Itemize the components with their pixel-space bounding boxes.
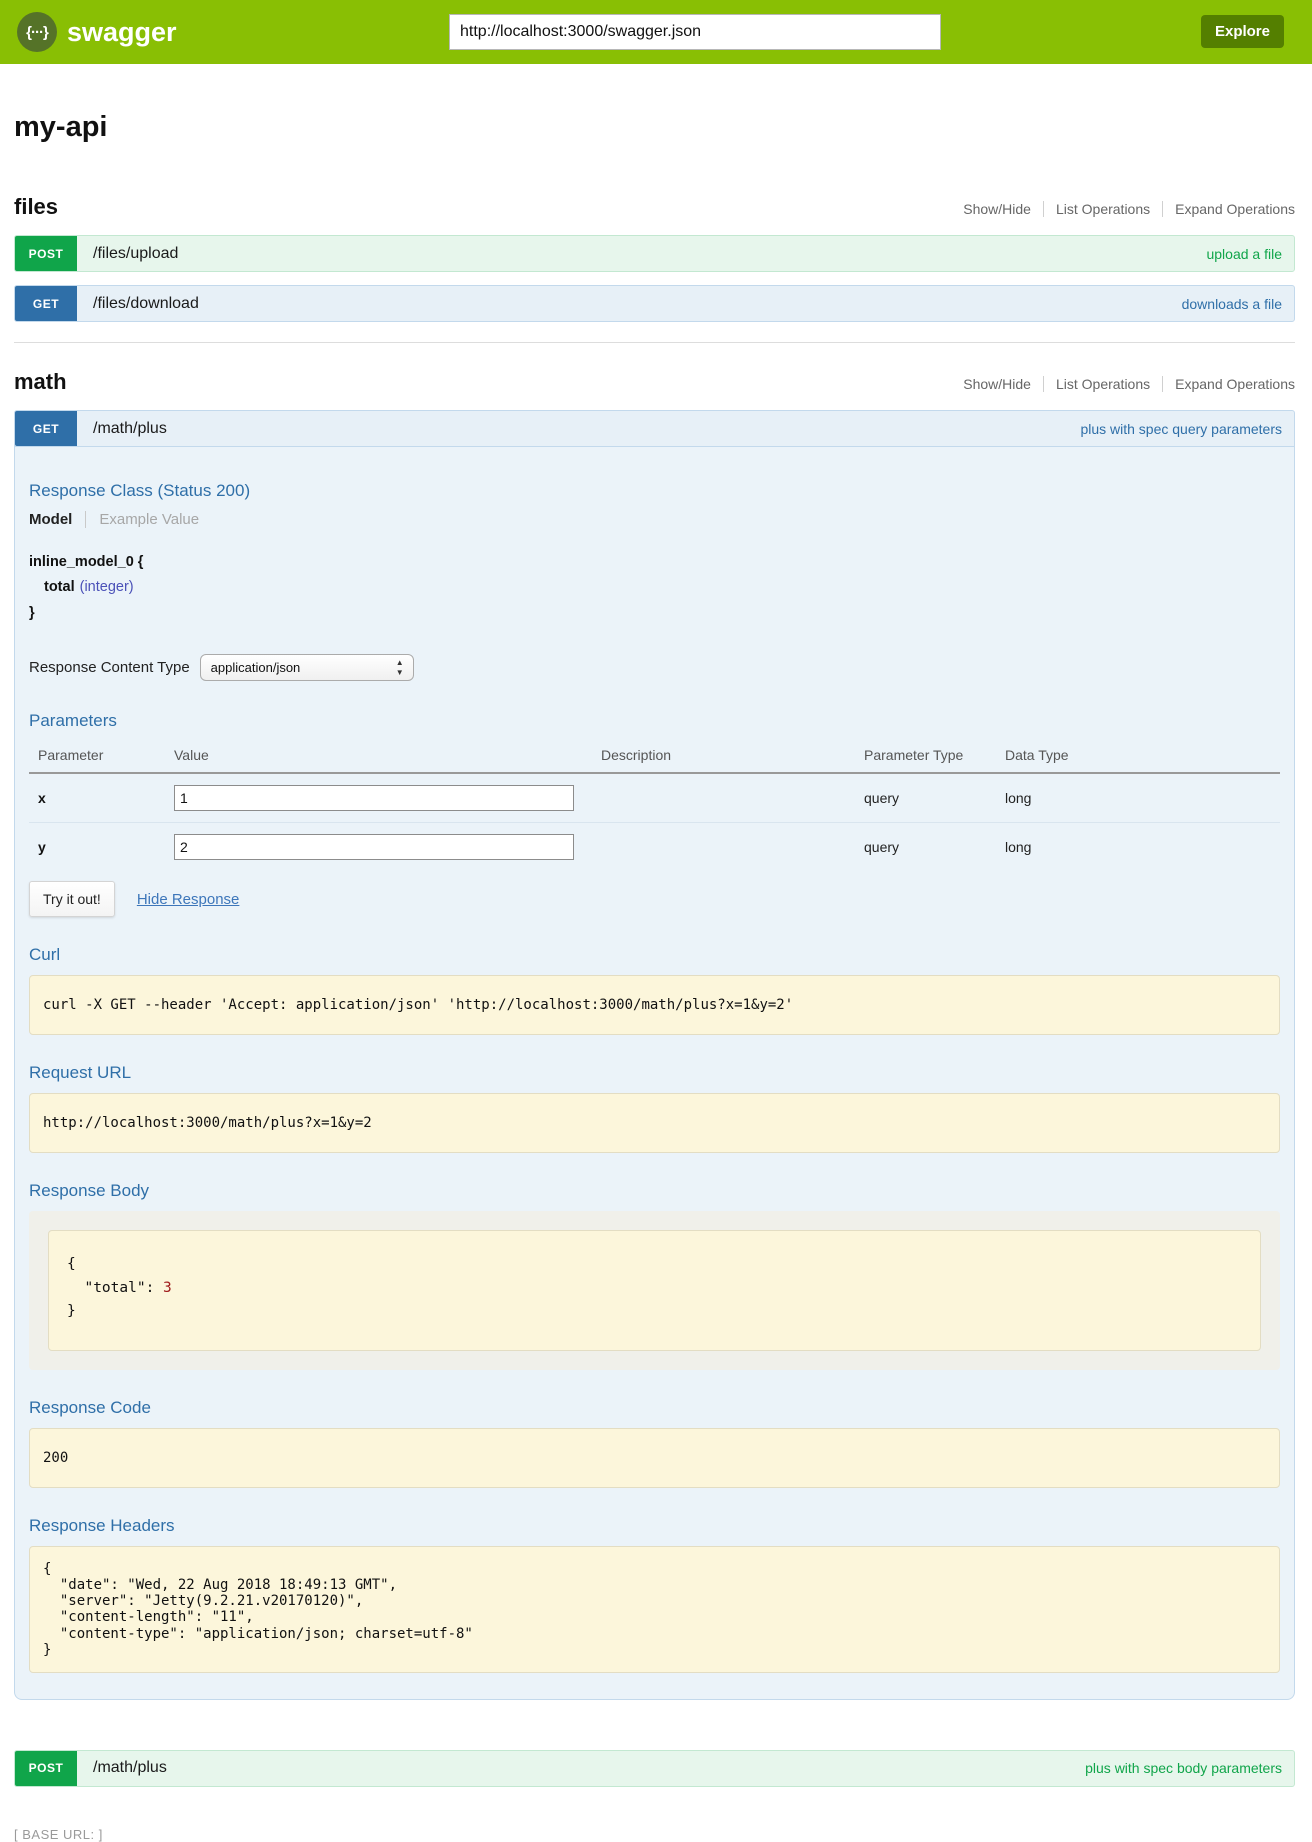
response-content-type-select[interactable]: application/json ▲▼ (200, 654, 414, 681)
operation-summary-link[interactable]: downloads a file (1182, 296, 1282, 312)
page-title: my-api (14, 111, 1295, 144)
param-name: x (29, 773, 174, 823)
json-open-brace: { (67, 1253, 1242, 1276)
response-body-json: { "total": 3 } (48, 1230, 1261, 1350)
response-content-type-label: Response Content Type (29, 659, 190, 676)
section-divider (14, 342, 1295, 343)
model-property: total(integer) (29, 575, 1280, 600)
response-code-block: 200 (29, 1428, 1280, 1488)
show-hide-link[interactable]: Show/Hide (951, 201, 1043, 217)
hide-response-link[interactable]: Hide Response (137, 891, 240, 908)
col-header-parameter: Parameter (29, 741, 174, 773)
base-url-footer: [ BASE URL: ] (14, 1827, 1295, 1842)
response-class-heading: Response Class (Status 200) (29, 481, 1280, 501)
post-method-badge[interactable]: POST (15, 236, 77, 271)
operation-row-post-math-plus[interactable]: POST /math/plus plus with spec body para… (14, 1750, 1295, 1787)
parameters-table: Parameter Value Description Parameter Ty… (29, 741, 1280, 871)
response-headers-heading: Response Headers (29, 1516, 1280, 1536)
expand-operations-link[interactable]: Expand Operations (1162, 201, 1295, 217)
param-x-input[interactable] (174, 785, 574, 811)
spec-url-input[interactable] (449, 14, 941, 50)
section-controls-files: Show/Hide List Operations Expand Operati… (951, 201, 1295, 217)
operation-row-get-math-plus[interactable]: GET /math/plus plus with spec query para… (14, 410, 1295, 447)
param-data-type: long (1005, 773, 1280, 823)
get-method-badge[interactable]: GET (15, 411, 77, 446)
param-data-type: long (1005, 823, 1280, 872)
parameters-heading: Parameters (29, 711, 1280, 731)
model-close-line: } (29, 601, 1280, 626)
operation-summary-link[interactable]: plus with spec query parameters (1080, 421, 1282, 437)
try-it-out-button[interactable]: Try it out! (29, 881, 115, 917)
col-header-description: Description (601, 741, 864, 773)
operation-path[interactable]: /files/upload (93, 245, 178, 263)
response-content-type-value: application/json (211, 660, 301, 675)
section-title-files: files (14, 194, 58, 220)
param-description (601, 773, 864, 823)
json-total-line: "total": 3 (67, 1277, 1242, 1300)
section-header-files: files Show/Hide List Operations Expand O… (14, 194, 1295, 220)
response-body-heading: Response Body (29, 1181, 1280, 1201)
chevron-up-down-icon: ▲▼ (396, 658, 404, 678)
parameter-row-y: y query long (29, 823, 1280, 872)
operation-path[interactable]: /math/plus (93, 1759, 167, 1777)
show-hide-link[interactable]: Show/Hide (951, 376, 1043, 392)
explore-button[interactable]: Explore (1201, 15, 1284, 48)
swagger-logo[interactable]: {···} swagger (17, 12, 177, 52)
col-header-value: Value (174, 741, 601, 773)
response-headers-block: { "date": "Wed, 22 Aug 2018 18:49:13 GMT… (29, 1546, 1280, 1673)
param-type: query (864, 773, 1005, 823)
curl-command-block: curl -X GET --header 'Accept: applicatio… (29, 975, 1280, 1035)
list-operations-link[interactable]: List Operations (1043, 201, 1162, 217)
expand-operations-link[interactable]: Expand Operations (1162, 376, 1295, 392)
param-type: query (864, 823, 1005, 872)
json-close-brace: } (67, 1300, 1242, 1323)
request-url-heading: Request URL (29, 1063, 1280, 1083)
operation-panel-get-math-plus: Response Class (Status 200) Model Exampl… (14, 447, 1295, 1700)
curl-heading: Curl (29, 945, 1280, 965)
operation-row-post-files-upload[interactable]: POST /files/upload upload a file (14, 235, 1295, 272)
parameter-row-x: x query long (29, 773, 1280, 823)
response-content-type-row: Response Content Type application/json ▲… (29, 654, 1280, 681)
response-code-heading: Response Code (29, 1398, 1280, 1418)
get-method-badge[interactable]: GET (15, 286, 77, 321)
operation-path[interactable]: /math/plus (93, 420, 167, 438)
param-name: y (29, 823, 174, 872)
model-open-line: inline_model_0 { (29, 550, 1280, 575)
response-body-container: { "total": 3 } (29, 1211, 1280, 1369)
try-row: Try it out! Hide Response (29, 881, 1280, 917)
tab-example-value[interactable]: Example Value (85, 511, 199, 528)
brand-name: swagger (67, 17, 177, 48)
parameters-header-row: Parameter Value Description Parameter Ty… (29, 741, 1280, 773)
swagger-logo-icon: {···} (17, 12, 57, 52)
col-header-parameter-type: Parameter Type (864, 741, 1005, 773)
section-title-math: math (14, 369, 67, 395)
operation-row-get-files-download[interactable]: GET /files/download downloads a file (14, 285, 1295, 322)
tab-model[interactable]: Model (29, 511, 72, 528)
col-header-data-type: Data Type (1005, 741, 1280, 773)
list-operations-link[interactable]: List Operations (1043, 376, 1162, 392)
post-method-badge[interactable]: POST (15, 1751, 77, 1786)
section-header-math: math Show/Hide List Operations Expand Op… (14, 369, 1295, 395)
header-bar: {···} swagger Explore (0, 0, 1312, 64)
content-wrap: my-api files Show/Hide List Operations E… (14, 111, 1295, 1842)
param-description (601, 823, 864, 872)
operation-summary-link[interactable]: plus with spec body parameters (1085, 1760, 1282, 1776)
param-y-input[interactable] (174, 834, 574, 860)
request-url-block: http://localhost:3000/math/plus?x=1&y=2 (29, 1093, 1280, 1153)
operation-path[interactable]: /files/download (93, 295, 199, 313)
model-tabs: Model Example Value (29, 511, 1280, 528)
model-signature: inline_model_0 { total(integer) } (29, 550, 1280, 626)
operation-summary-link[interactable]: upload a file (1206, 246, 1282, 262)
section-controls-math: Show/Hide List Operations Expand Operati… (951, 376, 1295, 392)
